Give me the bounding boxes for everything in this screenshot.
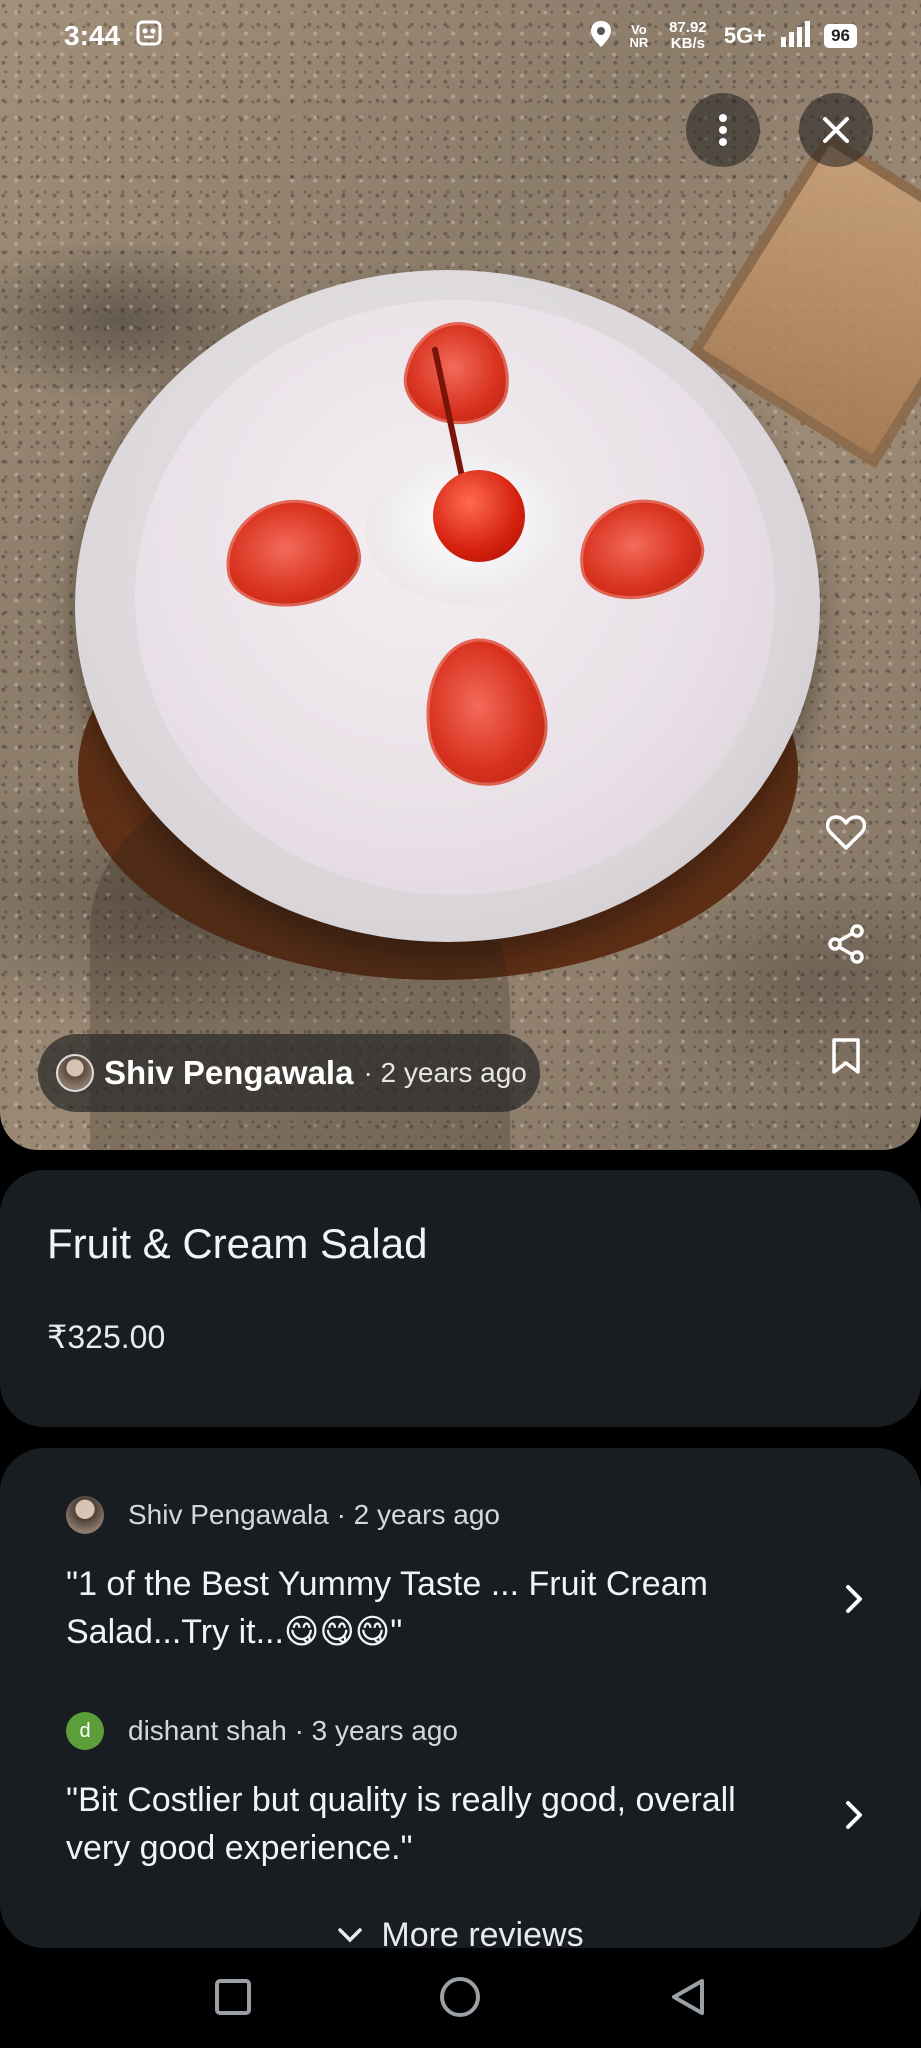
cherry — [433, 470, 525, 562]
author-avatar — [56, 1054, 94, 1092]
photo-author-time: · 2 years ago — [363, 1057, 527, 1088]
status-bar: 3:44 Vo NR 87.92 KB/s 5G+ 96 — [0, 0, 921, 72]
dish-title: Fruit & Cream Salad — [47, 1220, 428, 1267]
back-button[interactable] — [669, 1977, 707, 2022]
review-header: d dishant shah · 3 years ago — [66, 1712, 866, 1750]
more-reviews-label: More reviews — [381, 1916, 584, 1948]
reviewer-meta: dishant shah · 3 years ago — [128, 1715, 458, 1746]
reviewer-avatar — [66, 1496, 104, 1534]
system-nav-bar — [0, 1950, 921, 2048]
home-button[interactable] — [439, 1976, 481, 2023]
status-icons: Vo NR 87.92 KB/s 5G+ 96 — [590, 20, 857, 53]
dish-photo[interactable]: 3:44 Vo NR 87.92 KB/s 5G+ 96 Shiv Pengaw… — [0, 0, 921, 1150]
square-icon — [214, 1978, 251, 2015]
status-time: 3:44 — [64, 20, 121, 51]
circle-icon — [440, 1976, 481, 2017]
save-button[interactable] — [820, 1030, 872, 1082]
review-text: "1 of the Best Yummy Taste ... Fruit Cre… — [66, 1565, 708, 1651]
more-vert-icon — [719, 114, 727, 146]
location-icon — [590, 20, 612, 53]
reviewer-avatar: d — [66, 1712, 104, 1750]
more-options-button[interactable] — [686, 93, 760, 167]
dish-price: ₹325.00 — [47, 1319, 166, 1355]
screenshot-icon — [136, 20, 162, 53]
photo-author-chip[interactable]: Shiv Pengawala · 2 years ago — [38, 1034, 540, 1112]
more-reviews-button[interactable]: More reviews — [0, 1916, 921, 1948]
share-icon — [828, 924, 864, 964]
reviewer-meta: Shiv Pengawala · 2 years ago — [128, 1499, 500, 1530]
network-type: 5G+ — [723, 23, 767, 48]
chevron-right-icon[interactable] — [844, 1800, 864, 1835]
volte-indicator: Vo NR — [629, 22, 649, 50]
recent-apps-button[interactable] — [214, 1978, 252, 2021]
dish-info-card: Fruit & Cream Salad ₹325.00 — [0, 1170, 921, 1427]
chevron-right-icon[interactable] — [844, 1584, 864, 1619]
like-button[interactable] — [820, 806, 872, 858]
bookmark-icon — [832, 1038, 860, 1074]
review-text: "Bit Costlier but quality is really good… — [66, 1781, 736, 1867]
heart-icon — [826, 815, 866, 850]
chevron-down-icon — [338, 1927, 363, 1942]
triangle-back-icon — [672, 1978, 705, 2015]
close-button[interactable] — [799, 93, 873, 167]
reviews-card: Shiv Pengawala · 2 years ago "1 of the B… — [0, 1448, 921, 1948]
network-speed: 87.92 KB/s — [669, 19, 707, 52]
battery-level: 96 — [824, 24, 857, 48]
review-header: Shiv Pengawala · 2 years ago — [66, 1496, 866, 1534]
close-icon — [823, 117, 849, 143]
share-button[interactable] — [820, 918, 872, 970]
photo-author-name: Shiv Pengawala — [104, 1054, 354, 1091]
review-item[interactable]: d dishant shah · 3 years ago "Bit Costli… — [66, 1712, 866, 1872]
signal-icon — [780, 20, 811, 52]
review-item[interactable]: Shiv Pengawala · 2 years ago "1 of the B… — [66, 1496, 866, 1656]
